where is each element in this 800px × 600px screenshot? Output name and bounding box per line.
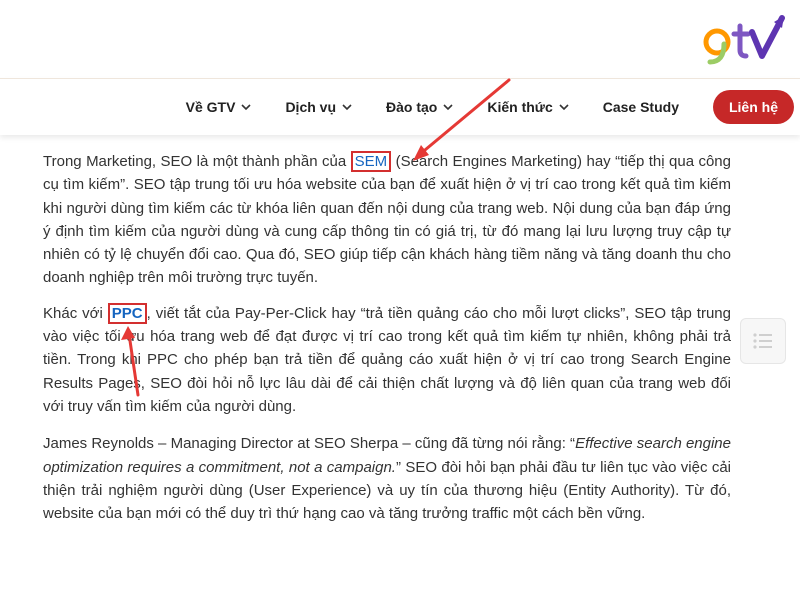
contact-button[interactable]: Liên hệ — [712, 90, 794, 124]
main-navbar: Về GTV Dịch vụ Đào tạo Kiến thức Case St… — [0, 78, 800, 135]
paragraph-sem: Trong Marketing, SEO là một thành phần c… — [43, 150, 731, 290]
nav-item-label: Dịch vụ — [285, 99, 337, 115]
nav-item-kien-thuc[interactable]: Kiến thức — [487, 99, 569, 115]
nav-item-label: Về GTV — [185, 99, 236, 115]
nav-menu: Về GTV Dịch vụ Đào tạo Kiến thức Case St… — [152, 89, 794, 125]
table-of-contents-icon — [753, 333, 772, 349]
table-of-contents-button[interactable] — [740, 318, 786, 364]
nav-item-label: Đào tạo — [386, 99, 438, 115]
nav-item-ve-gtv[interactable]: Về GTV — [186, 99, 252, 115]
text-segment: (Search Engines Marketing) hay “tiếp thị… — [43, 153, 731, 287]
nav-item-dich-vu[interactable]: Dịch vụ — [285, 99, 352, 115]
text-segment: Trong Marketing, SEO là một thành phần c… — [43, 153, 351, 170]
ppc-link[interactable]: PPC — [107, 302, 147, 324]
chevron-down-icon — [241, 103, 252, 111]
paragraph-ppc: Khác với PPC, viết tắt của Pay-Per-Click… — [43, 302, 731, 418]
chevron-down-icon — [559, 103, 569, 111]
paragraph-quote: James Reynolds – Managing Director at SE… — [43, 432, 731, 525]
nav-item-label: Kiến thức — [487, 99, 553, 115]
text-segment: Khác với — [43, 304, 108, 322]
gtv-logo-mark — [703, 15, 785, 65]
chevron-down-icon — [342, 103, 352, 111]
text-segment: James Reynolds – Managing Director at SE… — [43, 435, 576, 453]
text-segment: , viết tắt của Pay-Per-Click hay “trả ti… — [43, 304, 731, 415]
nav-item-label: Case Study — [602, 99, 679, 115]
sem-link[interactable]: SEM — [350, 151, 392, 172]
gtv-logo[interactable] — [700, 12, 786, 66]
nav-item-dao-tao[interactable]: Đào tạo — [386, 99, 453, 115]
chevron-down-icon — [443, 103, 453, 111]
article-body: Trong Marketing, SEO là một thành phần c… — [43, 150, 731, 539]
nav-item-case-study[interactable]: Case Study — [603, 99, 679, 115]
